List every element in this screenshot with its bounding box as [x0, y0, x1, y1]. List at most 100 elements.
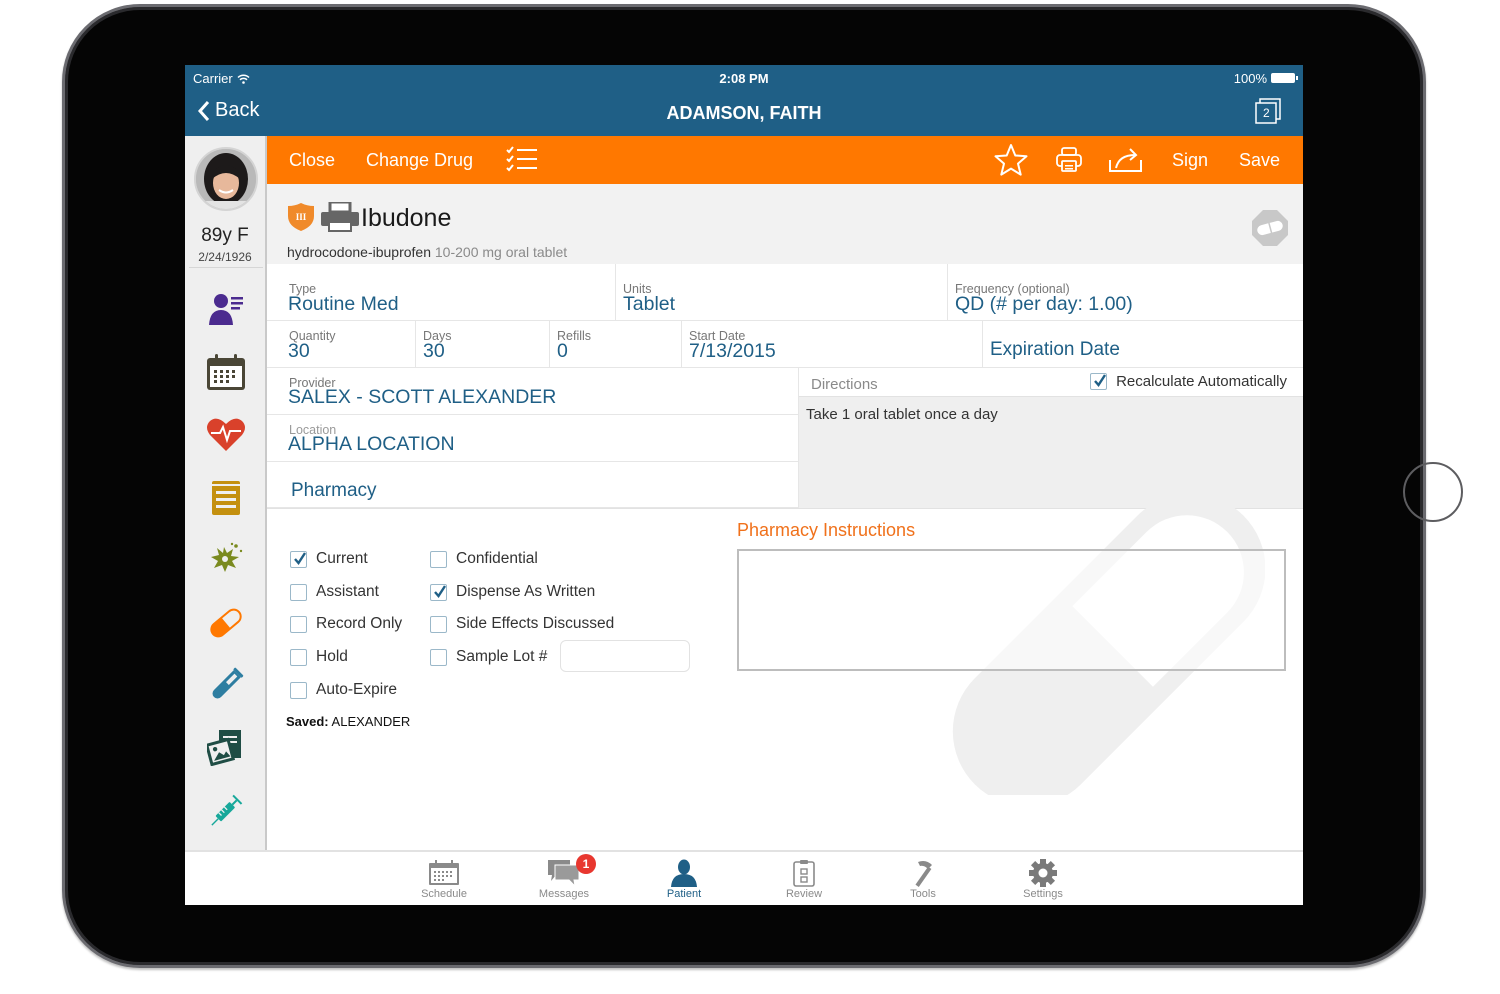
tab-tools[interactable]: Tools — [883, 858, 963, 900]
directions-header: Directions Recalculate Automatically — [799, 368, 1303, 397]
side-effects-discussed-check[interactable] — [430, 615, 447, 633]
clipboard-icon — [793, 860, 815, 887]
sidebar-item-labs[interactable] — [203, 662, 249, 708]
change-drug-button[interactable]: Change Drug — [366, 150, 473, 171]
sidebar-item-vitals[interactable] — [203, 411, 249, 457]
sidebar-item-notes[interactable] — [203, 475, 249, 521]
hold-checkbox[interactable]: Hold — [290, 648, 348, 666]
tab-patient[interactable]: Patient — [644, 858, 724, 900]
sign-button[interactable]: Sign — [1172, 150, 1208, 171]
sample-lot-label: Sample Lot # — [456, 648, 548, 665]
expiration-date-field[interactable]: Expiration Date — [983, 321, 1303, 368]
drug-brand-name: Ibudone — [361, 204, 452, 232]
pill-icon — [210, 608, 242, 638]
close-button[interactable]: Close — [289, 150, 335, 171]
confidential-check[interactable] — [430, 550, 447, 568]
location-value: ALPHA LOCATION — [288, 433, 455, 455]
sidebar-item-allergies[interactable] — [203, 536, 249, 582]
pharmacy-instructions-input[interactable] — [737, 549, 1286, 671]
auto-expire-checkbox[interactable]: Auto-Expire — [290, 681, 397, 699]
hold-check[interactable] — [290, 648, 307, 666]
person-icon — [671, 859, 697, 887]
checklist-button[interactable] — [506, 146, 538, 179]
sidebar-item-immunizations[interactable] — [203, 788, 249, 834]
side-effects-discussed-checkbox[interactable]: Side Effects Discussed — [430, 615, 614, 633]
dispense-as-written-check[interactable] — [430, 583, 447, 601]
saved-prefix: Saved: — [286, 714, 329, 729]
sidebar-item-images[interactable] — [203, 724, 249, 770]
open-charts-count: 2 — [1263, 106, 1270, 120]
no-substitution-pill-icon[interactable] — [1251, 209, 1289, 247]
share-icon — [1109, 148, 1142, 172]
record-only-check[interactable] — [290, 615, 307, 633]
refills-field[interactable]: Refills 0 — [550, 321, 682, 368]
dispense-as-written-checkbox[interactable]: Dispense As Written — [430, 583, 595, 601]
sidebar-divider — [189, 267, 263, 268]
share-button[interactable] — [1109, 146, 1143, 177]
confidential-checkbox[interactable]: Confidential — [430, 550, 538, 568]
navigation-bar: Back ADAMSON, FAITH 2 — [185, 89, 1303, 136]
home-button[interactable] — [1403, 462, 1463, 522]
tab-settings-label: Settings — [1023, 888, 1063, 900]
printer-icon — [1056, 147, 1082, 172]
refills-value: 0 — [557, 340, 568, 362]
current-checkbox[interactable]: Current — [290, 550, 368, 568]
directions-text[interactable]: Take 1 oral tablet once a day — [806, 406, 998, 423]
sidebar-item-demographics[interactable] — [203, 286, 249, 332]
assistant-check[interactable] — [290, 583, 307, 601]
provider-field[interactable]: Provider SALEX - SCOTT ALEXANDER — [267, 368, 799, 415]
assistant-label: Assistant — [316, 583, 379, 600]
chevron-left-icon — [197, 100, 210, 121]
tab-schedule[interactable]: Schedule — [404, 858, 484, 900]
save-button[interactable]: Save — [1239, 150, 1280, 171]
days-field[interactable]: Days 30 — [416, 321, 550, 368]
tab-settings[interactable]: Settings — [1003, 858, 1083, 900]
auto-expire-check[interactable] — [290, 681, 307, 699]
print-button[interactable] — [1056, 147, 1082, 178]
document-lines-icon — [212, 481, 240, 515]
sidebar-item-appointments[interactable] — [203, 349, 249, 395]
printer-icon — [321, 202, 359, 232]
saved-by-line: Saved: ALEXANDER — [286, 714, 410, 729]
favorite-button[interactable] — [994, 143, 1028, 182]
tab-messages[interactable]: 1 Messages — [524, 854, 604, 900]
tab-review[interactable]: Review — [764, 858, 844, 900]
start-date-field[interactable]: Start Date 7/13/2015 — [682, 321, 983, 368]
record-only-label: Record Only — [316, 615, 403, 632]
sample-lot-check[interactable] — [430, 648, 447, 666]
image-document-icon — [207, 730, 241, 766]
back-button[interactable]: Back — [197, 99, 259, 122]
patient-avatar[interactable] — [194, 147, 258, 211]
tab-review-label: Review — [785, 888, 823, 900]
checkmark-icon — [1094, 374, 1107, 387]
type-field[interactable]: Type Routine Med — [267, 264, 616, 321]
quantity-field[interactable]: Quantity 30 — [267, 321, 416, 368]
units-field[interactable]: Units Tablet — [616, 264, 948, 321]
frequency-field[interactable]: Frequency (optional) QD (# per day: 1.00… — [948, 264, 1303, 321]
gear-icon — [1029, 859, 1057, 887]
recalculate-check[interactable] — [1090, 373, 1108, 390]
auto-expire-label: Auto-Expire — [316, 681, 397, 698]
confidential-label: Confidential — [456, 550, 538, 567]
sample-lot-input[interactable] — [560, 640, 690, 672]
quantity-value: 30 — [288, 340, 310, 362]
pharmacy-field[interactable]: Pharmacy — [267, 462, 799, 508]
location-field[interactable]: Location ALPHA LOCATION — [267, 415, 799, 462]
assistant-checkbox[interactable]: Assistant — [290, 583, 379, 601]
sample-lot-checkbox[interactable]: Sample Lot # — [430, 648, 547, 666]
allergy-splat-icon — [211, 542, 243, 572]
drug-generic-line: hydrocodone-ibuprofen 10-200 mg oral tab… — [287, 244, 567, 260]
record-only-checkbox[interactable]: Record Only — [290, 615, 402, 633]
sidebar-item-medications[interactable] — [203, 600, 249, 646]
status-bar: Carrier 2:08 PM 100% — [185, 65, 1303, 89]
app-screen: Carrier 2:08 PM 100% Back ADAMSON, FAITH… — [185, 65, 1303, 905]
open-charts-button[interactable]: 2 — [1255, 98, 1281, 124]
recalculate-checkbox[interactable]: Recalculate Automatically — [1090, 373, 1287, 390]
side-effects-discussed-label: Side Effects Discussed — [456, 615, 615, 632]
drug-header: III Ibudone hydrocodone-ibuprofen 10-200… — [267, 184, 1303, 264]
checklist-icon — [506, 146, 537, 172]
heart-pulse-icon — [207, 418, 245, 451]
current-check[interactable] — [290, 550, 307, 568]
dispense-as-written-label: Dispense As Written — [456, 583, 596, 600]
pharmacy-placeholder: Pharmacy — [291, 480, 377, 501]
